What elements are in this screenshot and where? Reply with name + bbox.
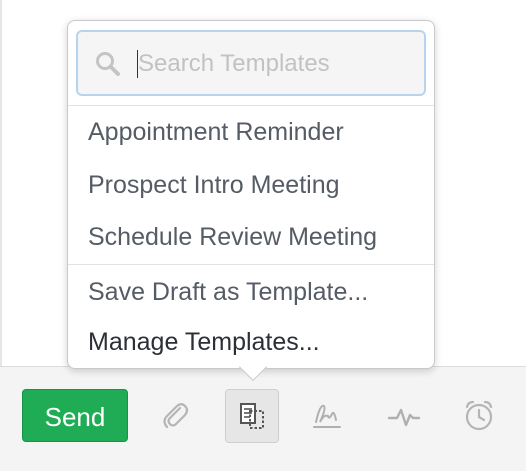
templates-icon [240,403,264,429]
menu-divider [68,105,434,106]
template-item-prospect-intro-meeting[interactable]: Prospect Intro Meeting [88,171,340,200]
template-item-schedule-review-meeting[interactable]: Schedule Review Meeting [88,223,377,252]
send-button[interactable]: Send [22,389,128,442]
activity-pulse-icon [387,408,421,427]
search-field[interactable] [76,30,426,96]
template-item-appointment-reminder[interactable]: Appointment Reminder [88,118,344,147]
templates-button[interactable] [225,389,279,443]
schedule-send-button[interactable] [452,389,506,443]
signature-button[interactable] [300,389,354,443]
attach-button[interactable] [148,389,202,443]
search-input[interactable] [138,42,408,86]
signature-icon [313,404,341,428]
alarm-clock-icon [465,400,493,431]
save-draft-as-template-item[interactable]: Save Draft as Template... [88,278,368,307]
search-icon [96,52,120,76]
menu-divider [68,264,434,265]
paperclip-icon [163,403,189,429]
manage-templates-item[interactable]: Manage Templates... [88,328,320,357]
activity-button[interactable] [377,389,431,443]
